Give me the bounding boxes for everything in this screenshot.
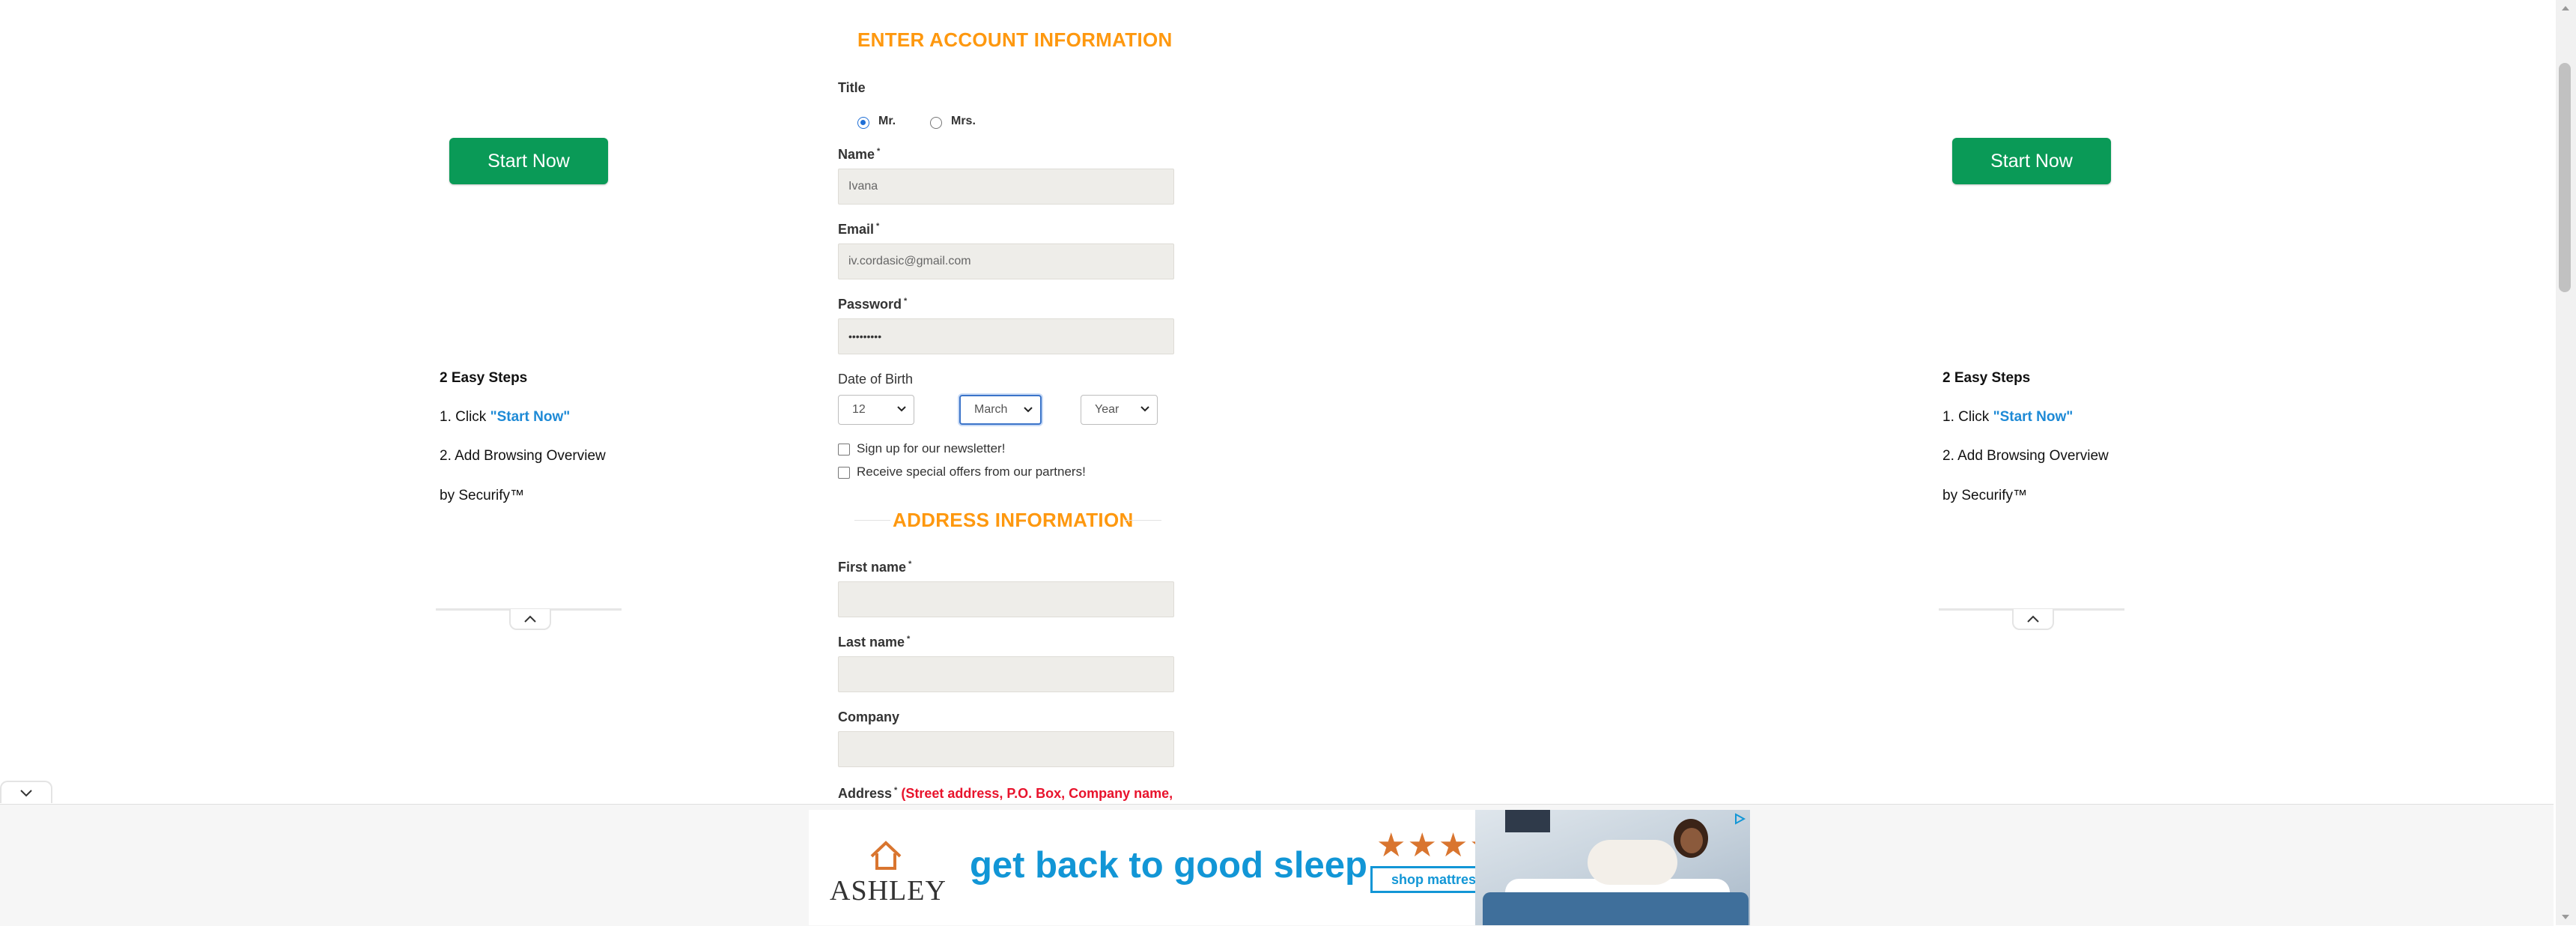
- dob-day-select[interactable]: 12: [838, 395, 914, 425]
- dob-day-value: 12: [852, 403, 866, 416]
- name-label: Name *: [838, 147, 881, 162]
- left-steps-title: 2 Easy Steps: [440, 370, 528, 386]
- chevron-down-icon: [1140, 406, 1149, 412]
- dob-year-value: Year: [1095, 403, 1120, 416]
- email-label: Email *: [838, 222, 880, 237]
- right-ad-collapse-button[interactable]: [2012, 609, 2054, 630]
- right-start-now-button[interactable]: Start Now: [1952, 138, 2111, 184]
- bottom-ad-collapse-button[interactable]: [0, 781, 52, 803]
- adchoices-icon[interactable]: [1734, 813, 1746, 825]
- address-label: Address * (Street address, P.O. Box, Comp…: [838, 786, 1173, 801]
- house-logo-icon: [870, 841, 902, 870]
- first-name-label: First name *: [838, 560, 912, 575]
- company-input[interactable]: [838, 731, 1174, 767]
- ad-headline: get back to good sleep: [970, 845, 1367, 886]
- chevron-up-icon: [524, 615, 536, 623]
- newsletter-label[interactable]: Sign up for our newsletter!: [857, 441, 1005, 456]
- title-mrs-radio[interactable]: [930, 117, 942, 129]
- company-label: Company: [838, 709, 900, 724]
- password-label: Password *: [838, 297, 908, 312]
- last-name-input[interactable]: [838, 656, 1174, 692]
- title-label: Title: [838, 80, 866, 95]
- scrollbar-thumb[interactable]: [2559, 63, 2571, 292]
- first-name-input[interactable]: [838, 581, 1174, 617]
- chevron-down-icon: [1024, 407, 1033, 413]
- offers-label[interactable]: Receive special offers from our partners…: [857, 464, 1086, 479]
- address-hint: (Street address, P.O. Box, Company name,: [901, 786, 1173, 801]
- heading-rule-left: [854, 520, 890, 521]
- ashley-ad-banner[interactable]: ASHLEY get back to good sleep ★★★★★ shop…: [809, 810, 1750, 925]
- offers-checkbox[interactable]: [838, 467, 850, 479]
- right-step-1: 1. Click "Start Now": [1942, 409, 2074, 425]
- dob-month-select[interactable]: March: [959, 395, 1042, 425]
- ad-photo: [1475, 810, 1750, 925]
- title-mrs-label[interactable]: Mrs.: [951, 115, 976, 128]
- left-step-2-cont: by Securify™: [440, 488, 524, 503]
- left-start-now-link[interactable]: "Start Now": [490, 409, 571, 425]
- scroll-down-arrow-icon[interactable]: [2560, 913, 2571, 921]
- chevron-down-icon: [897, 406, 906, 412]
- left-ad-collapse-button[interactable]: [509, 609, 551, 630]
- right-step-2: 2. Add Browsing Overview: [1942, 448, 2109, 464]
- ad-brand: ASHLEY: [830, 875, 947, 907]
- scroll-up-arrow-icon[interactable]: [2560, 4, 2571, 12]
- address-info-heading: ADDRESS INFORMATION: [893, 509, 1134, 531]
- right-steps-title: 2 Easy Steps: [1942, 370, 2031, 386]
- name-input[interactable]: Ivana: [838, 169, 1174, 205]
- chevron-up-icon: [2027, 615, 2039, 623]
- last-name-label: Last name *: [838, 635, 911, 650]
- left-step-1: 1. Click "Start Now": [440, 409, 571, 425]
- left-start-now-button[interactable]: Start Now: [449, 138, 608, 184]
- right-start-now-link[interactable]: "Start Now": [1993, 409, 2074, 425]
- dob-year-select[interactable]: Year: [1081, 395, 1158, 425]
- newsletter-checkbox[interactable]: [838, 444, 850, 456]
- account-info-heading: ENTER ACCOUNT INFORMATION: [857, 28, 1173, 51]
- title-mr-label[interactable]: Mr.: [878, 115, 896, 128]
- title-mr-radio[interactable]: [857, 117, 869, 129]
- dob-month-value: March: [974, 403, 1008, 416]
- heading-rule-right: [1126, 520, 1161, 521]
- left-step-2: 2. Add Browsing Overview: [440, 448, 606, 464]
- password-input[interactable]: •••••••••: [838, 318, 1174, 354]
- email-input[interactable]: iv.cordasic@gmail.com: [838, 243, 1174, 279]
- dob-label: Date of Birth: [838, 372, 914, 387]
- right-step-2-cont: by Securify™: [1942, 488, 2027, 503]
- chevron-down-icon: [20, 790, 32, 797]
